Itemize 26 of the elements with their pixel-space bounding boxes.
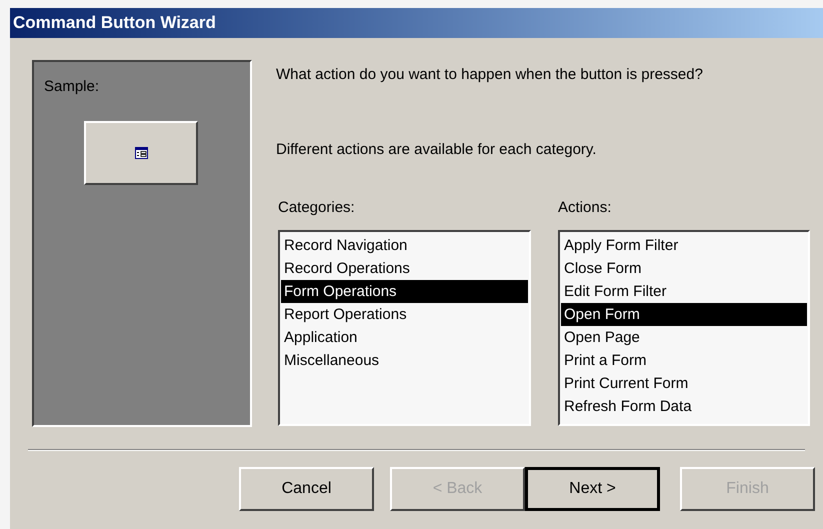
hint-text: Different actions are available for each category.	[276, 140, 598, 160]
list-item[interactable]: Print Current Form	[561, 372, 807, 394]
list-item[interactable]: Form Operations	[281, 280, 528, 302]
list-item[interactable]: Record Navigation	[281, 234, 528, 256]
list-item[interactable]: Refresh Form Data	[561, 394, 807, 418]
list-item[interactable]: Miscellaneous	[281, 348, 528, 372]
question-text: What action do you want to happen when the button is pressed?	[276, 65, 704, 85]
form-icon	[134, 146, 148, 158]
list-item[interactable]: Open Page	[561, 326, 807, 348]
list-item[interactable]: Open Form	[561, 302, 807, 326]
categories-label: Categories:	[278, 198, 356, 218]
list-item[interactable]: Report Operations	[281, 302, 528, 326]
list-box[interactable]: Apply Form Filter Close Form Edit Form Filter Open Form Open Page Print a Form Print Current Form Refresh Form Data	[558, 230, 810, 426]
dialog-button[interactable]: Cancel	[239, 467, 374, 511]
default-button[interactable]: Next >	[525, 467, 660, 511]
list-item[interactable]: Record Operations	[281, 256, 528, 280]
list-item[interactable]: Close Form	[561, 256, 807, 280]
list-item[interactable]: Application	[281, 326, 528, 348]
sample-label: Sample:	[44, 77, 100, 97]
list-item[interactable]: Edit Form Filter	[561, 280, 807, 302]
list-item[interactable]: Apply Form Filter	[561, 234, 807, 256]
window-title: Command Button Wizard	[13, 12, 216, 34]
sample-button[interactable]	[84, 120, 198, 184]
list-box[interactable]: Record Navigation Record Operations Form Operations Report Operations Application Miscellaneous	[278, 230, 531, 426]
list-item[interactable]: Print a Form	[561, 348, 807, 372]
actions-label: Actions:	[558, 198, 612, 218]
